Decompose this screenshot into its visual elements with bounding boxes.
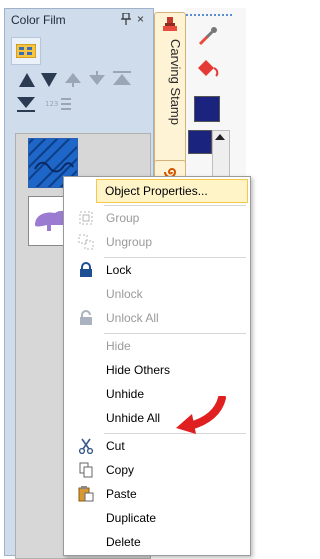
unlock-all-icon — [80, 310, 92, 325]
scroll-up-icon[interactable] — [215, 134, 225, 140]
menu-label: Group — [106, 211, 140, 225]
menu-cut[interactable]: Cut — [66, 435, 248, 457]
paint-bucket-icon[interactable] — [194, 56, 220, 82]
film-grid-icon — [16, 44, 36, 58]
menu-label: Copy — [106, 463, 135, 477]
menu-separator — [104, 333, 246, 334]
panel-title: Color Film — [11, 13, 66, 27]
menu-delete[interactable]: Delete — [66, 531, 248, 553]
menu-label: Unlock — [106, 287, 143, 301]
menu-label: Lock — [106, 263, 132, 277]
reorder-123-icon[interactable]: 123 — [45, 97, 73, 113]
menu-unlock[interactable]: Unlock — [66, 283, 248, 305]
stamp-icon — [163, 17, 177, 31]
lock-icon — [80, 262, 92, 277]
menu-separator — [104, 205, 246, 206]
menu-label: Delete — [106, 535, 141, 549]
menu-separator — [104, 257, 246, 258]
context-menu: Object Properties... Group Ungroup Lock … — [63, 176, 251, 556]
menu-paste[interactable]: Paste — [66, 483, 248, 505]
group-icon — [79, 211, 93, 225]
copy-icon — [79, 462, 93, 478]
swatch-scrollbar[interactable] — [212, 130, 230, 180]
svg-text:123: 123 — [45, 100, 58, 108]
menu-label: Ungroup — [106, 235, 153, 249]
menu-label: Unhide All — [106, 411, 161, 425]
eyedropper-icon[interactable] — [196, 24, 220, 48]
color-swatch-2[interactable] — [188, 130, 212, 154]
menu-label: Cut — [106, 439, 125, 453]
send-to-back-icon[interactable] — [17, 97, 35, 113]
move-forward-icon[interactable] — [65, 71, 81, 87]
menu-group[interactable]: Group — [66, 207, 248, 229]
ungroup-icon — [78, 234, 94, 250]
menu-label: Duplicate — [106, 511, 157, 525]
panel-title-bar: Color Film × — [5, 9, 153, 31]
paste-icon — [78, 486, 94, 502]
menu-label: Unhide — [106, 387, 145, 401]
menu-ungroup[interactable]: Ungroup — [66, 231, 248, 253]
close-icon[interactable]: × — [137, 12, 144, 26]
menu-label: Hide Others — [106, 363, 171, 377]
move-backward-icon[interactable] — [89, 71, 105, 87]
menu-duplicate[interactable]: Duplicate — [66, 507, 248, 529]
red-arrow-icon — [176, 396, 226, 434]
menu-label: Paste — [106, 487, 137, 501]
menu-hide[interactable]: Hide — [66, 335, 248, 357]
bring-to-front-icon[interactable] — [113, 71, 131, 87]
menu-copy[interactable]: Copy — [66, 459, 248, 481]
scissors-icon — [78, 438, 94, 454]
tool-strip-grip[interactable] — [186, 14, 232, 19]
menu-hide-others[interactable]: Hide Others — [66, 359, 248, 381]
menu-label: Object Properties... — [105, 184, 208, 198]
film-view-button[interactable] — [11, 37, 41, 65]
menu-unlock-all[interactable]: Unlock All — [66, 307, 248, 329]
tab-label: Carving Stamp — [168, 39, 183, 125]
move-down-icon[interactable] — [41, 73, 57, 87]
menu-label: Unlock All — [106, 311, 159, 325]
menu-lock[interactable]: Lock — [66, 259, 248, 281]
move-up-icon[interactable] — [19, 73, 35, 87]
menu-object-properties[interactable]: Object Properties... — [96, 179, 248, 203]
menu-label: Hide — [106, 339, 131, 353]
pin-icon[interactable] — [121, 13, 131, 25]
color-swatch-1[interactable] — [194, 96, 220, 122]
